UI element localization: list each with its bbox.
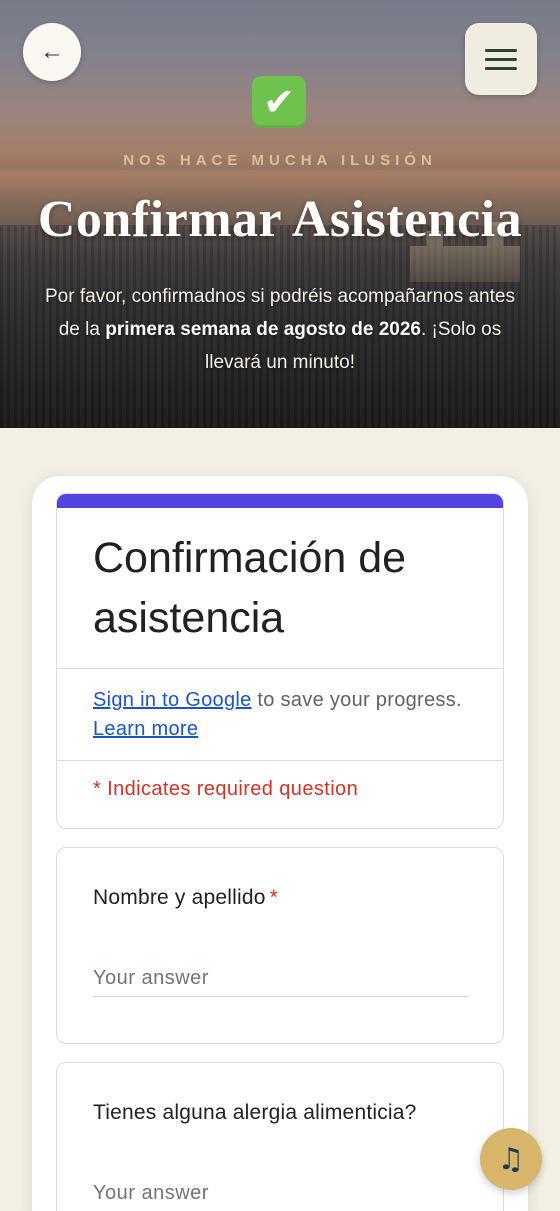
required-note: * Indicates required question (93, 778, 359, 800)
hero-description: Por favor, confirmadnos si podréis acomp… (45, 286, 515, 373)
deadline-highlight: primera semana de agosto de 2026 (105, 319, 421, 340)
back-button[interactable]: ← (23, 23, 81, 81)
question-label: Tienes alguna alergia alimenticia? (93, 1101, 417, 1124)
form-header-card: Confirmación de asistencia Sign in to Go… (56, 493, 504, 829)
check-mark-icon: ✔ (252, 76, 306, 128)
music-note-icon: ♫ (497, 1141, 525, 1177)
page-title: Confirmar Asistencia (37, 191, 523, 248)
signin-notice: Sign in to Google to save your progress.… (93, 689, 462, 740)
signin-link[interactable]: Sign in to Google (93, 689, 252, 711)
name-answer-input[interactable] (93, 963, 469, 997)
question-card-name: Nombre y apellido * (56, 847, 504, 1044)
hero-eyebrow: NOS HACE MUCHA ILUSIÓN (123, 152, 437, 169)
hamburger-icon-line (485, 48, 517, 52)
required-asterisk: * (269, 886, 279, 909)
learn-more-link[interactable]: Learn more (93, 718, 198, 740)
music-toggle-button[interactable]: ♫ (480, 1128, 542, 1190)
back-arrow-icon: ← (40, 38, 64, 65)
menu-button[interactable] (465, 23, 537, 95)
allergy-answer-input[interactable] (93, 1178, 469, 1211)
divider (57, 668, 503, 669)
question-label: Nombre y apellido * (93, 886, 279, 909)
form-accent-bar (57, 494, 503, 508)
hamburger-icon-line (485, 66, 517, 70)
question-card-allergy: Tienes alguna alergia alimenticia? (56, 1062, 504, 1211)
hamburger-icon-line (485, 57, 517, 61)
divider (57, 760, 503, 761)
form-title: Confirmación de asistencia (93, 534, 407, 642)
